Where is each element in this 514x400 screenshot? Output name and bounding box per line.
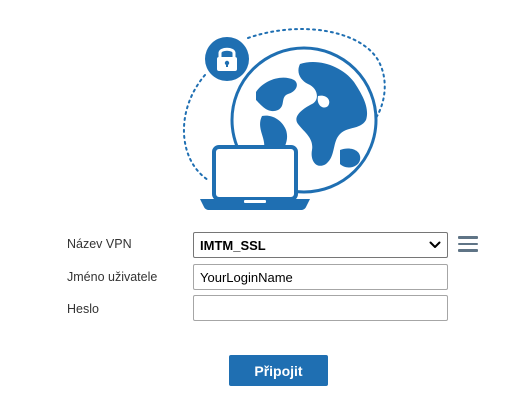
vpn-name-selected-value: IMTM_SSL (200, 237, 266, 253)
connect-button[interactable]: Připojit (229, 355, 328, 386)
chevron-down-icon (429, 241, 441, 248)
password-label: Heslo (67, 302, 99, 316)
password-input[interactable] (193, 295, 448, 321)
vpn-login-form: Název VPN IMTM_SSL Jméno uživatele Heslo… (0, 0, 514, 400)
vpn-name-select[interactable]: IMTM_SSL (193, 232, 448, 258)
vpn-name-label: Název VPN (67, 237, 132, 251)
username-input[interactable] (193, 264, 448, 290)
username-label: Jméno uživatele (67, 270, 158, 284)
hamburger-menu-icon[interactable] (458, 236, 478, 254)
